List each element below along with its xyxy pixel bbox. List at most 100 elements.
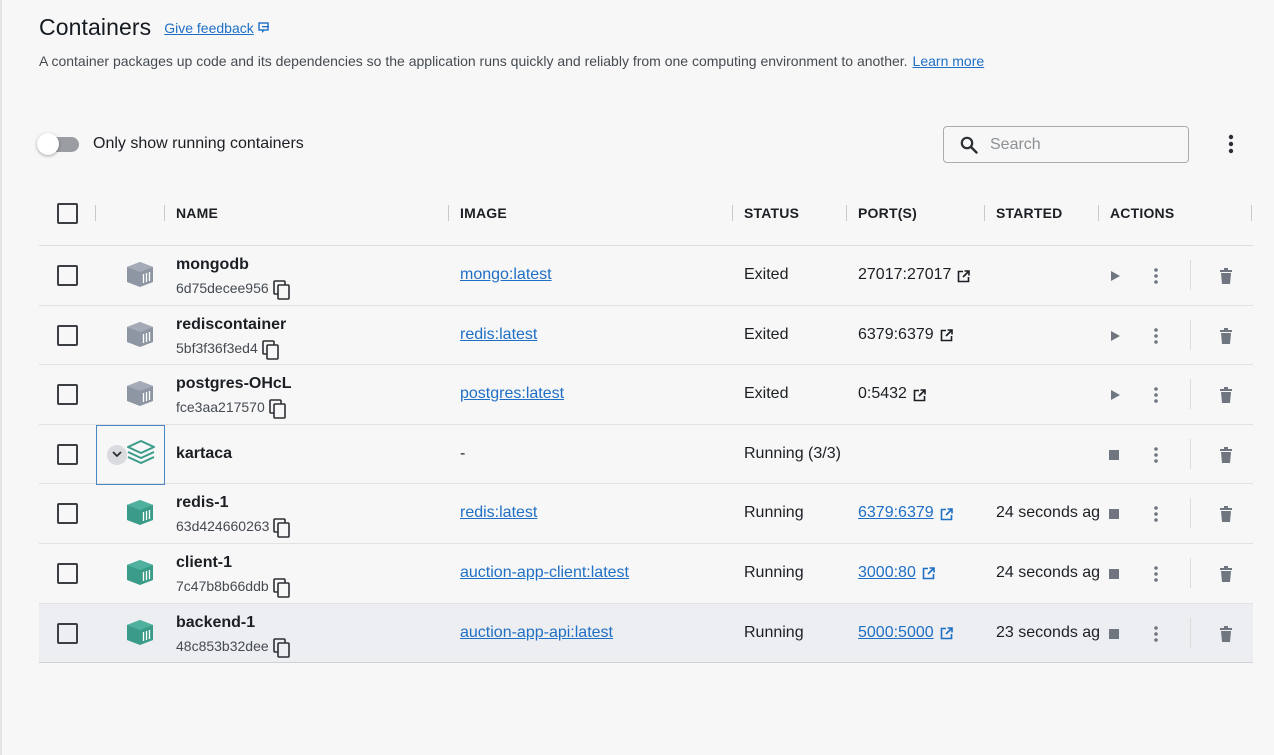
container-name[interactable]: backend-1 [176, 614, 291, 632]
column-divider [164, 205, 165, 221]
kebab-icon [1154, 268, 1158, 284]
running-filter: Only show running containers [37, 133, 304, 155]
status-text: Exited [744, 266, 789, 283]
copy-icon[interactable] [272, 280, 291, 300]
delete-button[interactable] [1214, 562, 1238, 586]
stop-button[interactable] [1102, 502, 1126, 526]
image-link[interactable]: mongo:latest [460, 266, 552, 283]
stop-button[interactable] [1102, 562, 1126, 586]
row-more-button[interactable] [1144, 324, 1168, 348]
column-header-started[interactable]: STARTED [996, 190, 1062, 246]
window-edge [0, 0, 2, 755]
external-link-icon[interactable] [913, 388, 926, 402]
row-more-button[interactable] [1144, 562, 1168, 586]
delete-button[interactable] [1214, 622, 1238, 646]
row-checkbox[interactable] [57, 503, 78, 525]
status-text: Running [744, 623, 804, 641]
select-all-checkbox[interactable] [57, 203, 78, 224]
stop-icon [1109, 509, 1119, 520]
copy-icon[interactable] [273, 518, 291, 539]
container-id-line: 63d424660263 [176, 516, 291, 539]
delete-button[interactable] [1214, 324, 1238, 348]
row-more-button[interactable] [1144, 502, 1168, 526]
external-link-icon[interactable] [940, 627, 953, 640]
row-more-button[interactable] [1144, 622, 1168, 646]
table-row[interactable]: backend-1 48c853b32dee auction-app-api:l… [39, 603, 1253, 664]
port-link[interactable]: 3000:80 [858, 564, 916, 582]
table-row[interactable]: redis-1 63d424660263 redis:latest Runnin… [39, 484, 1253, 544]
column-header-image[interactable]: IMAGE [460, 190, 507, 246]
image-cell: auction-app-api:latest [460, 624, 613, 642]
container-name[interactable]: redis-1 [176, 494, 291, 512]
container-name-cell: mongodb 6d75decee956 [176, 256, 291, 300]
delete-button[interactable] [1214, 502, 1238, 526]
container-name[interactable]: postgres-OHcL [176, 375, 292, 393]
row-checkbox[interactable] [57, 622, 78, 644]
running-only-toggle[interactable] [37, 133, 79, 155]
image-link[interactable]: postgres:latest [460, 385, 564, 402]
row-checkbox[interactable] [57, 443, 78, 465]
external-link-icon[interactable] [940, 508, 953, 521]
stop-button[interactable] [1102, 443, 1126, 467]
container-name-cell: postgres-OHcL fce3aa217570 [176, 375, 292, 419]
group-name[interactable]: kartaca [176, 445, 232, 463]
row-checkbox[interactable] [57, 324, 78, 346]
table-row[interactable]: client-1 7c47b8b66ddb auction-app-client… [39, 544, 1253, 604]
table-row[interactable]: mongodb 6d75decee956 mongo:latest Exited… [39, 246, 1253, 306]
row-more-button[interactable] [1144, 443, 1168, 467]
learn-more-link[interactable]: Learn more [913, 53, 985, 69]
start-button[interactable] [1103, 383, 1127, 407]
search-box [943, 126, 1189, 163]
table-row[interactable]: rediscontainer 5bf3f36f3ed4 redis:latest… [39, 306, 1253, 366]
external-link-icon[interactable] [940, 329, 953, 342]
more-options-button[interactable] [1219, 132, 1243, 156]
row-more-button[interactable] [1144, 264, 1168, 288]
search-icon [960, 136, 978, 154]
container-name[interactable]: mongodb [176, 256, 291, 274]
port-link[interactable]: 5000:5000 [858, 624, 934, 642]
start-button[interactable] [1103, 324, 1127, 348]
start-button[interactable] [1103, 264, 1127, 288]
expand-group-button[interactable] [107, 444, 127, 465]
image-link[interactable]: auction-app-client:latest [460, 564, 629, 581]
give-feedback-link[interactable]: Give feedback [164, 20, 271, 36]
status-text: Running (3/3) [744, 444, 841, 462]
stop-button[interactable] [1102, 622, 1126, 646]
delete-button[interactable] [1214, 264, 1238, 288]
status-text: Running [744, 563, 804, 581]
image-link[interactable]: redis:latest [460, 326, 537, 343]
kebab-icon [1154, 506, 1158, 523]
copy-icon[interactable] [272, 578, 291, 598]
table-row-group[interactable]: kartaca - Running (3/3) [39, 424, 1253, 485]
stop-icon [1109, 449, 1119, 460]
container-name[interactable]: client-1 [176, 554, 291, 572]
column-header-name[interactable]: NAME [176, 190, 218, 246]
row-more-button[interactable] [1144, 383, 1168, 407]
search-input[interactable] [990, 135, 1180, 154]
column-header-ports[interactable]: PORT(S) [858, 190, 917, 246]
row-checkbox[interactable] [57, 384, 78, 406]
image-link[interactable]: redis:latest [460, 504, 537, 521]
copy-icon[interactable] [261, 339, 280, 360]
row-checkbox[interactable] [57, 562, 78, 584]
container-name[interactable]: rediscontainer [176, 316, 286, 334]
ports-cell: 27017:27017 [858, 266, 971, 284]
container-id-line: 5bf3f36f3ed4 [176, 338, 286, 360]
delete-button[interactable] [1214, 443, 1238, 467]
port-link[interactable]: 6379:6379 [858, 504, 934, 522]
table-row[interactable]: postgres-OHcL fce3aa217570 postgres:late… [39, 365, 1253, 425]
image-link[interactable]: auction-app-api:latest [460, 624, 613, 641]
copy-icon[interactable] [272, 637, 291, 658]
page-title: Containers [39, 14, 152, 40]
row-checkbox[interactable] [57, 265, 78, 286]
external-link-icon[interactable] [957, 269, 971, 283]
column-header-status[interactable]: STATUS [744, 190, 799, 246]
column-divider [1098, 205, 1099, 221]
column-divider [984, 205, 985, 221]
copy-icon[interactable] [268, 399, 287, 419]
ports-cell: 3000:80 [858, 564, 935, 582]
external-link-icon[interactable] [922, 567, 935, 580]
delete-button[interactable] [1214, 383, 1238, 407]
column-divider [95, 205, 96, 221]
action-separator [1190, 260, 1191, 290]
